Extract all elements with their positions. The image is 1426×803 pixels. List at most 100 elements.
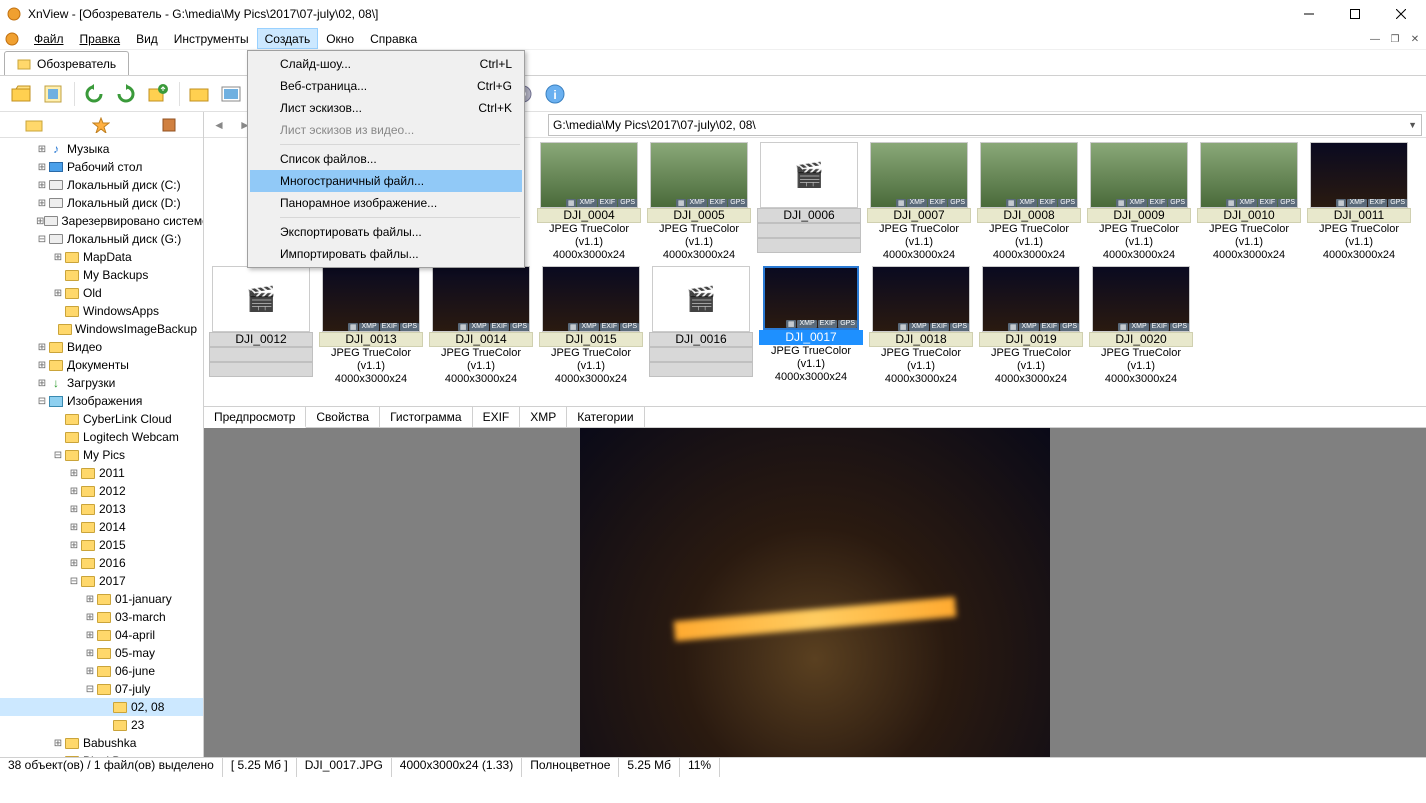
menu-item[interactable]: Лист эскизов из видео... [250, 119, 522, 141]
tree-expander[interactable]: ⊟ [68, 576, 80, 587]
thumbnail-image[interactable]: ▦XMPEXIFGPS [432, 266, 530, 332]
thumbnail-cell[interactable]: ▦XMPEXIFGPSDJI_0020JPEG TrueColor (v1.1)… [1086, 266, 1196, 386]
tab-histogram[interactable]: Гистограмма [380, 407, 472, 427]
tab-preview[interactable]: Предпросмотр [204, 407, 306, 428]
close-button[interactable] [1378, 0, 1424, 28]
tree-expander[interactable]: ⊞ [68, 540, 80, 551]
folder-tree[interactable]: ⊞Музыка⊞Рабочий стол⊞Локальный диск (C:)… [0, 138, 203, 757]
tree-expander[interactable]: ⊞ [36, 342, 48, 353]
maximize-button[interactable] [1332, 0, 1378, 28]
thumbnail-cell[interactable]: ▦XMPEXIFGPSDJI_0013JPEG TrueColor (v1.1)… [316, 266, 426, 386]
tree-node[interactable]: ⊞Документы [0, 356, 203, 374]
menu-item[interactable]: Слайд-шоу...Ctrl+L [250, 53, 522, 75]
preview-image[interactable] [580, 428, 1050, 757]
thumbnail-cell[interactable]: ▦XMPEXIFGPSDJI_0015JPEG TrueColor (v1.1)… [536, 266, 646, 386]
tree-node[interactable]: CyberLink Cloud [0, 410, 203, 428]
tree-node[interactable]: ⊞Музыка [0, 140, 203, 158]
tree-node[interactable]: ⊞2015 [0, 536, 203, 554]
thumbnail-image[interactable]: ▦XMPEXIFGPS [650, 142, 748, 208]
fullscreen-button[interactable] [38, 79, 68, 109]
tree-node[interactable]: ⊞2013 [0, 500, 203, 518]
menu-help[interactable]: Справка [362, 28, 425, 49]
tree-node[interactable]: Logitech Webcam [0, 428, 203, 446]
tree-expander[interactable]: ⊟ [36, 234, 48, 245]
tree-node[interactable]: ⊞MapData [0, 248, 203, 266]
menu-item[interactable]: Веб-страница...Ctrl+G [250, 75, 522, 97]
thumbnail-image[interactable]: ▦XMPEXIFGPS [322, 266, 420, 332]
open-button[interactable] [6, 79, 36, 109]
tab-browser[interactable]: Обозреватель [4, 51, 129, 75]
favorites-button[interactable] [89, 113, 113, 137]
tab-categories[interactable]: Категории [567, 407, 644, 427]
tree-expander[interactable]: ⊞ [68, 468, 80, 479]
slideshow-button[interactable] [216, 79, 246, 109]
menu-item[interactable]: Экспортировать файлы... [250, 221, 522, 243]
thumbnail-image[interactable]: ▦XMPEXIFGPS [1310, 142, 1408, 208]
tree-node[interactable]: ⊞Локальный диск (D:) [0, 194, 203, 212]
thumbnail-cell[interactable]: ▦XMPEXIFGPSDJI_0017JPEG TrueColor (v1.1)… [756, 266, 866, 386]
menu-item[interactable]: Список файлов... [250, 148, 522, 170]
convert-button[interactable] [143, 79, 173, 109]
tree-node[interactable]: ⊟07-july [0, 680, 203, 698]
menu-item[interactable]: Многостраничный файл... [250, 170, 522, 192]
tree-expander[interactable]: ⊞ [68, 504, 80, 515]
rotate-left-button[interactable] [79, 79, 109, 109]
tree-node[interactable]: 02, 08 [0, 698, 203, 716]
folders-button[interactable] [22, 113, 46, 137]
menu-window[interactable]: Окно [318, 28, 362, 49]
thumbnail-cell[interactable]: 🎬DJI_0006 [754, 142, 864, 262]
tree-expander[interactable]: ⊞ [84, 648, 96, 659]
thumbnail-cell[interactable]: ▦XMPEXIFGPSDJI_0011JPEG TrueColor (v1.1)… [1304, 142, 1414, 262]
tree-expander[interactable]: ⊞ [52, 756, 64, 758]
rotate-right-button[interactable] [111, 79, 141, 109]
thumbnail-image[interactable]: ▦XMPEXIFGPS [872, 266, 970, 332]
thumbnail-image[interactable]: ▦XMPEXIFGPS [870, 142, 968, 208]
tree-expander[interactable]: ⊞ [68, 522, 80, 533]
tree-node[interactable]: ⊞2016 [0, 554, 203, 572]
menu-item[interactable]: Панорамное изображение... [250, 192, 522, 214]
tree-expander[interactable]: ⊟ [84, 684, 96, 695]
nav-back-button[interactable]: ◄ [208, 114, 230, 136]
thumbnail-image[interactable]: ▦XMPEXIFGPS [980, 142, 1078, 208]
tree-expander[interactable]: ⊞ [68, 486, 80, 497]
tree-node[interactable]: ⊞Локальный диск (C:) [0, 176, 203, 194]
thumbnail-cell[interactable]: ▦XMPEXIFGPSDJI_0010JPEG TrueColor (v1.1)… [1194, 142, 1304, 262]
thumbnail-cell[interactable]: ▦XMPEXIFGPSDJI_0019JPEG TrueColor (v1.1)… [976, 266, 1086, 386]
tree-node[interactable]: ⊞Зарезервировано системой [0, 212, 203, 230]
tree-expander[interactable]: ⊞ [52, 252, 64, 263]
tree-node[interactable]: ⊞03-march [0, 608, 203, 626]
categories-button[interactable] [157, 113, 181, 137]
thumbnail-image[interactable]: ▦XMPEXIFGPS [540, 142, 638, 208]
tree-node[interactable]: ⊞Babushka [0, 734, 203, 752]
tree-expander[interactable]: ⊞ [84, 594, 96, 605]
thumbnail-image[interactable]: 🎬 [652, 266, 750, 332]
menu-item[interactable]: Импортировать файлы... [250, 243, 522, 265]
tree-expander[interactable]: ⊞ [52, 288, 64, 299]
tree-node[interactable]: ⊞01-january [0, 590, 203, 608]
menu-item[interactable]: Лист эскизов...Ctrl+K [250, 97, 522, 119]
tree-expander[interactable]: ⊞ [36, 360, 48, 371]
path-dropdown-icon[interactable]: ▼ [1408, 120, 1417, 130]
tree-expander[interactable]: ⊞ [36, 198, 48, 209]
tree-node[interactable]: My Backups [0, 266, 203, 284]
menu-tools[interactable]: Инструменты [166, 28, 257, 49]
thumbnail-cell[interactable]: ▦XMPEXIFGPSDJI_0007JPEG TrueColor (v1.1)… [864, 142, 974, 262]
thumbnail-image[interactable]: ▦XMPEXIFGPS [1200, 142, 1298, 208]
tree-node[interactable]: ⊞Видео [0, 338, 203, 356]
tree-expander[interactable]: ⊟ [52, 450, 64, 461]
menu-edit[interactable]: Правка [72, 28, 129, 49]
path-input[interactable]: G:\media\My Pics\2017\07-july\02, 08\ ▼ [548, 114, 1422, 136]
thumbnail-image[interactable]: ▦XMPEXIFGPS [763, 266, 859, 330]
tree-node[interactable]: ⊞2012 [0, 482, 203, 500]
tree-expander[interactable]: ⊞ [36, 378, 48, 389]
mdi-close-button[interactable]: ✕ [1406, 30, 1424, 48]
tree-node[interactable]: ⊟2017 [0, 572, 203, 590]
tree-node[interactable]: ⊞06-june [0, 662, 203, 680]
minimize-button[interactable] [1286, 0, 1332, 28]
tree-node[interactable]: ⊞2011 [0, 464, 203, 482]
tree-expander[interactable]: ⊞ [68, 558, 80, 569]
tree-expander[interactable]: ⊞ [36, 216, 44, 227]
thumbnail-cell[interactable]: ▦XMPEXIFGPSDJI_0005JPEG TrueColor (v1.1)… [644, 142, 754, 262]
menu-create[interactable]: Создать [257, 28, 319, 49]
thumbnail-cell[interactable]: ▦XMPEXIFGPSDJI_0004JPEG TrueColor (v1.1)… [534, 142, 644, 262]
